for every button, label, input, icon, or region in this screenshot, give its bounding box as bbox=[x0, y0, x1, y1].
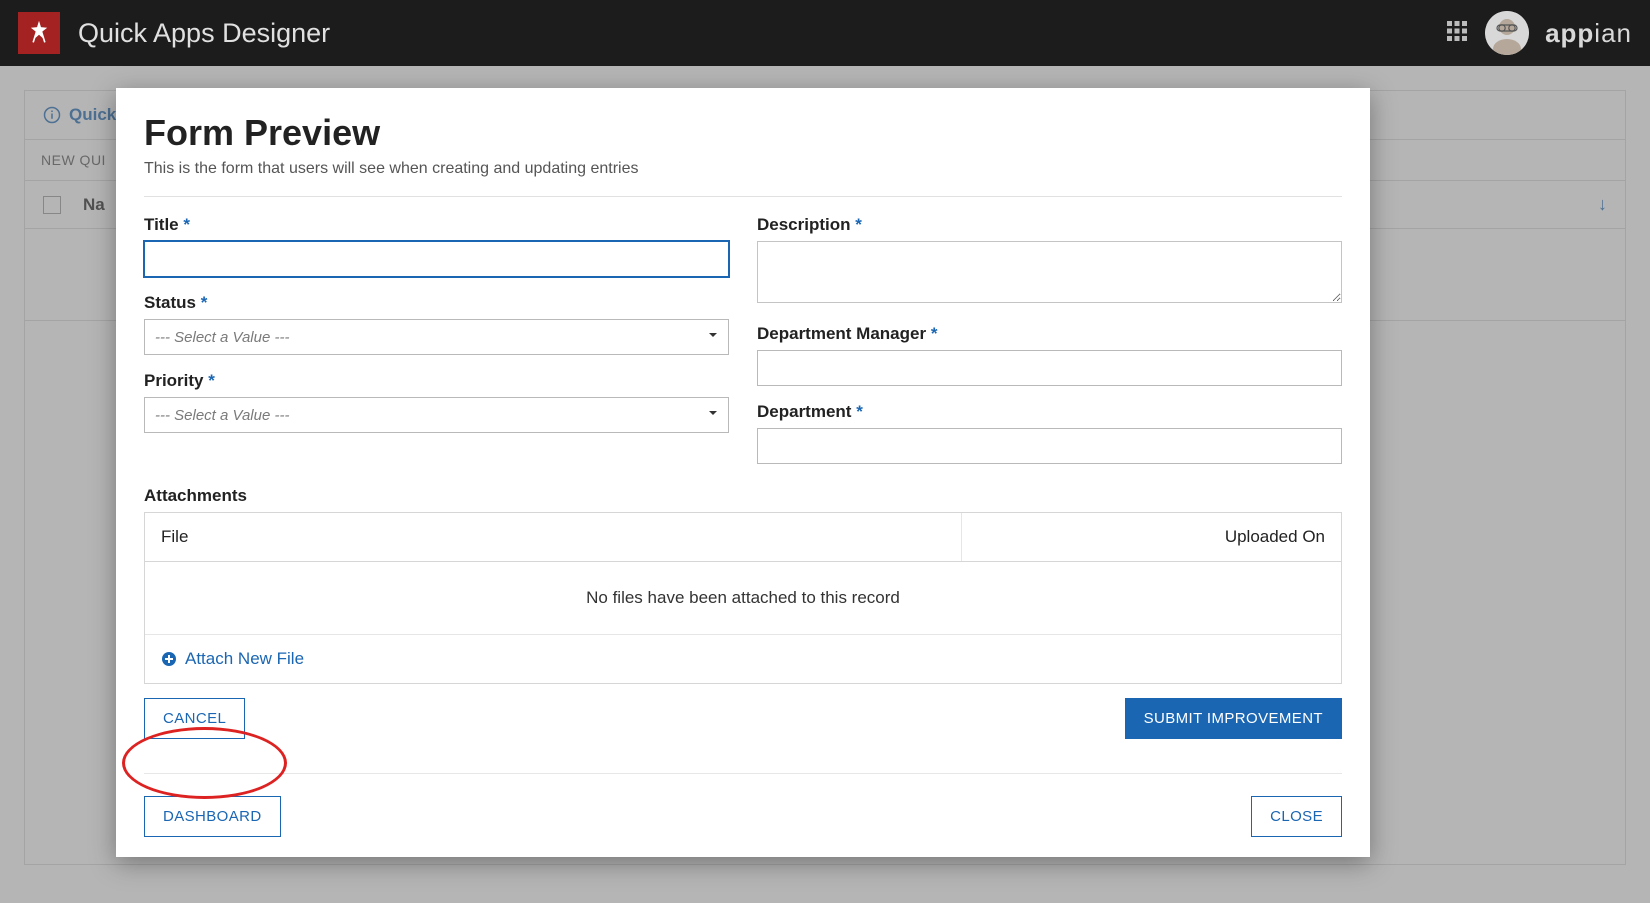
dashboard-button[interactable]: DASHBOARD bbox=[144, 796, 281, 837]
department-label: Department * bbox=[757, 402, 1342, 422]
attachments-section-title: Attachments bbox=[144, 486, 1342, 506]
plus-circle-icon bbox=[161, 651, 177, 667]
user-avatar[interactable] bbox=[1485, 11, 1529, 55]
app-title: Quick Apps Designer bbox=[78, 18, 330, 49]
status-label: Status * bbox=[144, 293, 729, 313]
attach-new-file-label: Attach New File bbox=[185, 649, 304, 669]
description-label: Description * bbox=[757, 215, 1342, 235]
attach-new-file-link[interactable]: Attach New File bbox=[145, 635, 1341, 683]
chevron-down-icon bbox=[707, 406, 719, 424]
title-input[interactable] bbox=[144, 241, 729, 277]
priority-select[interactable] bbox=[144, 397, 729, 433]
top-bar: Quick Apps Designer appian bbox=[0, 0, 1650, 66]
status-select[interactable] bbox=[144, 319, 729, 355]
dept-mgr-label: Department Manager * bbox=[757, 324, 1342, 344]
modal-subtitle: This is the form that users will see whe… bbox=[144, 160, 1342, 178]
required-mark: * bbox=[183, 215, 190, 234]
submit-button[interactable]: SUBMIT IMPROVEMENT bbox=[1125, 698, 1342, 739]
brand-accent: ian bbox=[1594, 18, 1632, 48]
description-textarea[interactable] bbox=[757, 241, 1342, 303]
modal-title: Form Preview bbox=[144, 112, 1342, 154]
app-logo-icon bbox=[18, 12, 60, 54]
dept-mgr-input[interactable] bbox=[757, 350, 1342, 386]
chevron-down-icon bbox=[707, 328, 719, 346]
divider bbox=[144, 196, 1342, 197]
form-preview-modal: Form Preview This is the form that users… bbox=[116, 88, 1370, 857]
attachments-empty: No files have been attached to this reco… bbox=[145, 562, 1341, 635]
attachments-table: File Uploaded On No files have been atta… bbox=[144, 512, 1342, 684]
cancel-button[interactable]: CANCEL bbox=[144, 698, 245, 739]
title-label: Title * bbox=[144, 215, 729, 235]
apps-grid-icon[interactable] bbox=[1445, 19, 1469, 48]
priority-label: Priority * bbox=[144, 371, 729, 391]
department-input[interactable] bbox=[757, 428, 1342, 464]
brand-main: app bbox=[1545, 18, 1594, 48]
close-button[interactable]: CLOSE bbox=[1251, 796, 1342, 837]
attachments-col-file: File bbox=[145, 513, 961, 561]
brand-logo: appian bbox=[1545, 18, 1632, 49]
attachments-col-uploaded: Uploaded On bbox=[961, 513, 1341, 561]
